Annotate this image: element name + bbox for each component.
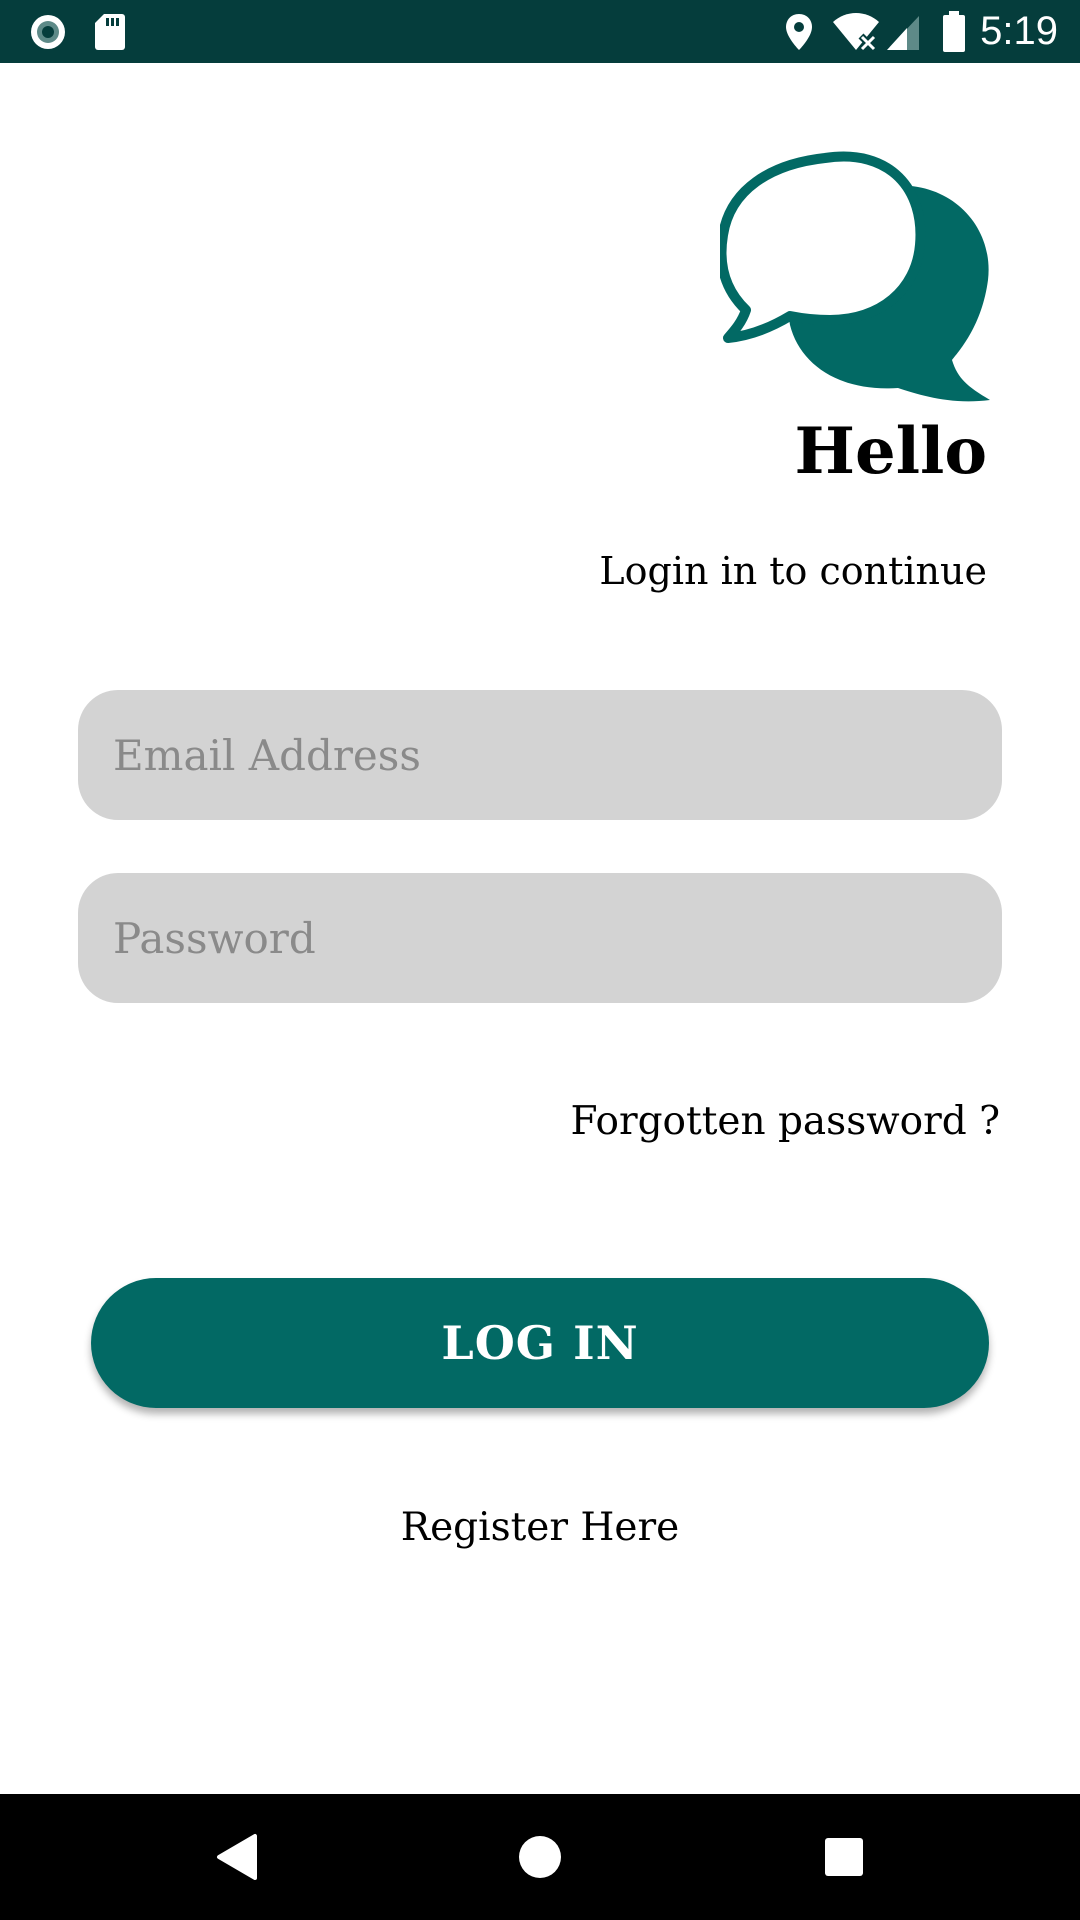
greeting-title: Hello — [794, 414, 988, 489]
chat-bubbles-logo-icon — [716, 150, 992, 410]
status-time: 5:19 — [980, 9, 1058, 53]
record-icon — [26, 0, 70, 63]
forgot-password-link[interactable]: Forgotten password ? — [571, 1102, 1000, 1141]
login-screen: 5:19 Hello Login in to continue Forgotte… — [0, 0, 1080, 1920]
sd-card-icon — [92, 0, 128, 63]
back-icon[interactable] — [167, 1794, 307, 1920]
navigation-bar — [0, 1794, 1080, 1920]
location-icon — [782, 0, 816, 63]
email-field[interactable] — [78, 690, 1002, 820]
password-field[interactable] — [78, 873, 1002, 1003]
greeting-subtitle: Login in to continue — [599, 549, 987, 593]
home-icon[interactable] — [470, 1794, 610, 1920]
cell-signal-icon — [884, 0, 922, 63]
status-bar: 5:19 — [0, 0, 1080, 63]
wifi-icon — [830, 0, 882, 63]
login-button[interactable]: LOG IN — [91, 1278, 989, 1408]
register-link[interactable]: Register Here — [0, 1508, 1080, 1547]
recents-icon[interactable] — [774, 1794, 914, 1920]
battery-icon — [940, 0, 968, 63]
